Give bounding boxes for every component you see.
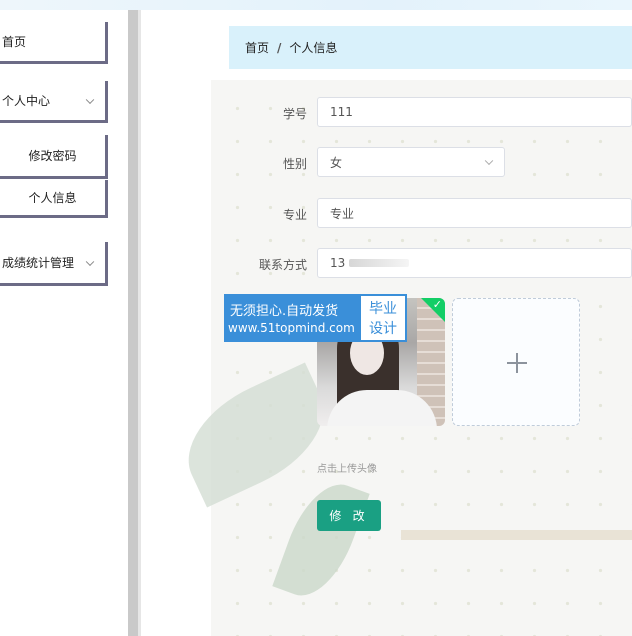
sidebar-item-label: 成绩统计管理 [2, 256, 75, 270]
phone-value: 13 [330, 256, 346, 270]
watermark-line2: www.51topmind.com [228, 321, 355, 335]
main-content: 首页 / 个人信息 学号 111 性别 女 专业 专业 联系方式 13 ✓ 点击… [141, 10, 632, 636]
sidebar-item-personal-info[interactable]: 个人信息 [0, 180, 108, 218]
major-label: 专业 [282, 208, 307, 222]
upload-tip: 点击上传头像 [317, 464, 377, 475]
sidebar-item-label: 修改密码 [28, 149, 77, 163]
watermark-tag2: 设计 [369, 321, 397, 337]
major-input[interactable]: 专业 [317, 198, 632, 228]
phone-input[interactable]: 13 [317, 248, 632, 278]
sidebar-item-home[interactable]: 首页 [0, 22, 108, 64]
gender-label: 性别 [282, 157, 307, 171]
sidebar: 首页 个人中心 修改密码 个人信息 成绩统计管理 [0, 10, 128, 636]
gender-value: 女 [330, 155, 343, 170]
student-id-value: 111 [330, 105, 353, 119]
breadcrumb-home[interactable]: 首页 [245, 39, 269, 56]
top-strip [0, 0, 632, 10]
sidebar-item-label: 个人中心 [2, 94, 51, 108]
watermark-line1: 无须担心.自动发货 [230, 304, 339, 319]
breadcrumb: 首页 / 个人信息 [229, 26, 632, 69]
plus-icon [507, 353, 527, 373]
chevron-down-icon [85, 95, 95, 104]
watermark-overlay: 无须担心.自动发货 www.51topmind.com 毕业 设计 [224, 294, 407, 342]
sidebar-item-label: 个人信息 [28, 191, 77, 205]
breadcrumb-separator: / [277, 40, 282, 55]
student-id-input[interactable]: 111 [317, 97, 632, 127]
chevron-down-icon [85, 257, 95, 266]
watermark-tag1: 毕业 [369, 301, 397, 317]
breadcrumb-current: 个人信息 [289, 41, 338, 55]
check-icon: ✓ [432, 298, 442, 311]
sidebar-item-personal-center[interactable]: 个人中心 [0, 81, 108, 123]
student-id-label: 学号 [282, 107, 307, 121]
sidebar-divider [128, 10, 138, 636]
submit-button[interactable]: 修 改 [317, 500, 381, 531]
chevron-down-icon [484, 156, 494, 166]
phone-label: 联系方式 [258, 258, 307, 272]
shelf-decoration [401, 530, 632, 540]
redacted-text [349, 259, 410, 267]
sidebar-item-label: 首页 [2, 35, 27, 49]
sidebar-item-change-password[interactable]: 修改密码 [0, 135, 108, 179]
sidebar-item-score-statistics[interactable]: 成绩统计管理 [0, 242, 108, 286]
major-placeholder: 专业 [330, 206, 355, 221]
upload-avatar-button[interactable] [452, 298, 580, 426]
gender-select[interactable]: 女 [317, 147, 505, 177]
